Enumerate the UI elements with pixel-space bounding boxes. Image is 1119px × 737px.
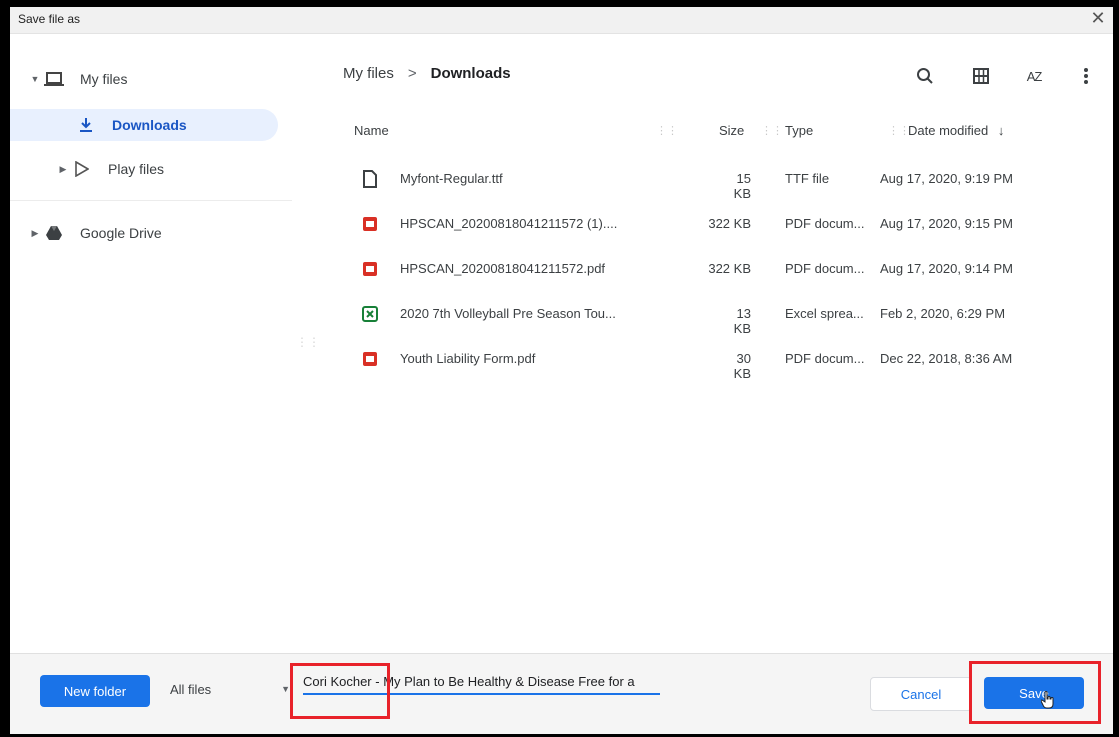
column-resize-handle[interactable]: ⋮⋮ [656,124,678,137]
laptop-icon [42,69,66,89]
new-folder-button[interactable]: New folder [40,675,150,707]
search-icon[interactable] [910,61,940,91]
play-store-icon [70,159,94,179]
file-name: Youth Liability Form.pdf [400,351,536,366]
column-resize-handle[interactable]: ⋮⋮ [888,124,910,137]
sidebar-divider [10,200,292,201]
sidebar-item-label: Downloads [112,117,187,133]
dialog-titlebar: Save file as ✕ [10,7,1113,34]
file-type-filter-select[interactable]: All files ▼ [170,682,290,697]
expand-right-icon[interactable]: ▶ [28,228,42,239]
file-type: PDF docum... [785,261,865,276]
download-icon [74,115,98,135]
table-row[interactable]: 2020 7th Volleyball Pre Season Tou... 13… [348,293,1112,337]
column-resize-handle[interactable]: ⋮⋮ [761,124,783,137]
sidebar-item-play-files[interactable]: ▶ Play files [56,153,164,185]
file-type: PDF docum... [785,351,865,366]
highlight-box-filename [290,663,390,719]
more-vert-icon[interactable] [1071,61,1101,91]
sidebar: ▼ My files Downloads ▶ Play files ▶ Goog… [10,33,292,653]
file-type: Excel sprea... [785,306,864,321]
sidebar-item-label: My files [80,71,128,87]
sidebar-item-label: Google Drive [80,225,162,241]
file-date: Aug 17, 2020, 9:14 PM [880,261,1013,276]
breadcrumb-separator: > [407,65,417,82]
file-name: Myfont-Regular.ttf [400,171,503,186]
filter-value: All files [170,682,212,697]
expand-down-icon[interactable]: ▼ [28,74,42,84]
file-name: HPSCAN_20200818041211572 (1).... [400,216,618,231]
sort-arrow-icon: ↓ [997,123,1005,138]
sidebar-item-downloads[interactable]: Downloads [10,109,278,141]
close-icon[interactable]: ✕ [1087,8,1109,29]
google-drive-icon [42,223,66,243]
save-file-dialog: Save file as ✕ ▼ My files Downloads ▶ Pl… [10,7,1113,734]
file-date: Aug 17, 2020, 9:15 PM [880,216,1013,231]
cancel-button[interactable]: Cancel [870,677,972,711]
column-header-size[interactable]: Size [719,123,744,138]
file-size: 322 KB [708,261,751,276]
sort-label: AZ [1026,68,1043,84]
file-name: 2020 7th Volleyball Pre Season Tou... [400,306,616,321]
file-size: 322 KB [708,216,751,231]
column-header-label: Date modified [908,123,989,138]
file-date: Feb 2, 2020, 6:29 PM [880,306,1006,321]
file-type: TTF file [785,171,830,186]
pdf-icon [363,262,377,276]
column-header-name[interactable]: Name [354,123,389,138]
breadcrumb-current: Downloads [430,65,511,82]
expand-right-icon[interactable]: ▶ [56,164,70,175]
file-icon [363,170,377,188]
panel-resize-handle[interactable]: ⋮⋮ [296,336,320,348]
chevron-down-icon: ▼ [281,684,290,694]
pdf-icon [363,217,377,231]
file-date: Aug 17, 2020, 9:19 PM [880,171,1013,186]
file-size: 30 KB [733,351,751,381]
file-name: HPSCAN_20200818041211572.pdf [400,261,606,276]
file-type: PDF docum... [785,216,865,231]
file-date: Dec 22, 2018, 8:36 AM [880,351,1013,366]
grid-view-icon[interactable] [966,61,996,91]
table-row[interactable]: Youth Liability Form.pdf 30 KB PDF docum… [348,338,1112,382]
sidebar-item-label: Play files [108,161,165,177]
sidebar-item-my-files[interactable]: ▼ My files [28,63,128,95]
table-row[interactable]: HPSCAN_20200818041211572 (1).... 322 KB … [348,203,1112,247]
excel-icon [362,306,378,322]
table-row[interactable]: HPSCAN_20200818041211572.pdf 322 KB PDF … [348,248,1112,292]
sidebar-item-google-drive[interactable]: ▶ Google Drive [28,217,162,249]
breadcrumb-root[interactable]: My files [343,65,394,82]
table-row[interactable]: Myfont-Regular.ttf 15 KB TTF file Aug 17… [348,158,1112,202]
file-size: 15 KB [733,171,751,201]
breadcrumb: My files > Downloads [343,65,511,82]
file-size: 13 KB [733,306,751,336]
dialog-title: Save file as [18,12,81,26]
highlight-box-save [969,661,1101,724]
pdf-icon [363,352,377,366]
column-header-type[interactable]: Type [785,123,813,138]
column-header-date-modified[interactable]: Date modified ↓ [908,123,1004,138]
sort-icon[interactable]: AZ [1019,61,1049,91]
